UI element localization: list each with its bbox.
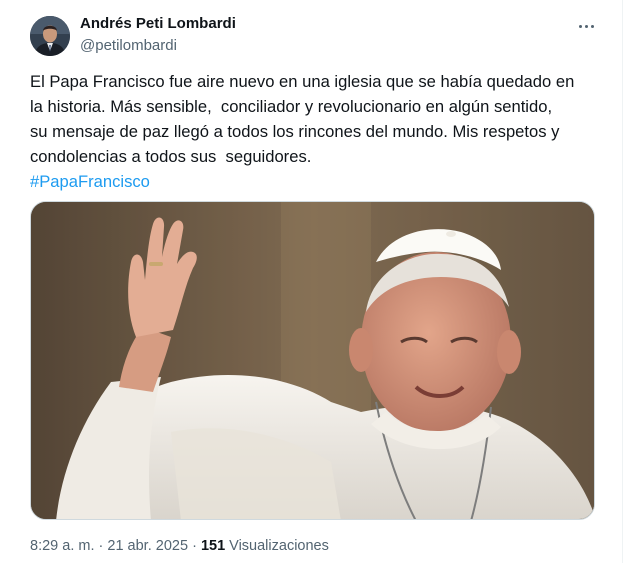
more-horizontal-icon <box>578 24 582 28</box>
meta-separator: · <box>192 538 197 554</box>
tweet-text-line: la historia. Más sensible, conciliador y… <box>30 97 553 116</box>
tweet-time[interactable]: 8:29 a. m. <box>30 538 94 554</box>
views-count: 151 <box>200 538 226 554</box>
avatar[interactable] <box>30 16 70 56</box>
author-handle[interactable]: @petilombardi <box>80 37 177 54</box>
avatar-image <box>30 16 70 56</box>
tweet-text-line: su mensaje de paz llegó a todos los rinc… <box>30 122 560 141</box>
tweet-card: Andrés Peti Lombardi @petilombardi El Pa… <box>0 0 623 563</box>
tweet-text-line: condolencias a todos sus seguidores. <box>30 147 312 166</box>
hashtag-link[interactable]: #PapaFrancisco <box>30 169 610 194</box>
tweet-date[interactable]: 21 abr. 2025 <box>107 538 188 554</box>
tweet-text: El Papa Francisco fue aire nuevo en una … <box>30 69 610 194</box>
author-name[interactable]: Andrés Peti Lombardi <box>80 15 236 32</box>
more-options-button[interactable] <box>574 16 598 36</box>
pope-photo <box>31 202 594 519</box>
meta-separator: · <box>98 538 104 554</box>
views-label: Visualizaciones <box>229 538 329 554</box>
tweet-metadata: 8:29 a. m. · 21 abr. 2025 · 151 Visualiz… <box>30 538 329 554</box>
tweet-media-photo[interactable] <box>30 201 595 520</box>
tweet-text-line: El Papa Francisco fue aire nuevo en una … <box>30 72 575 91</box>
